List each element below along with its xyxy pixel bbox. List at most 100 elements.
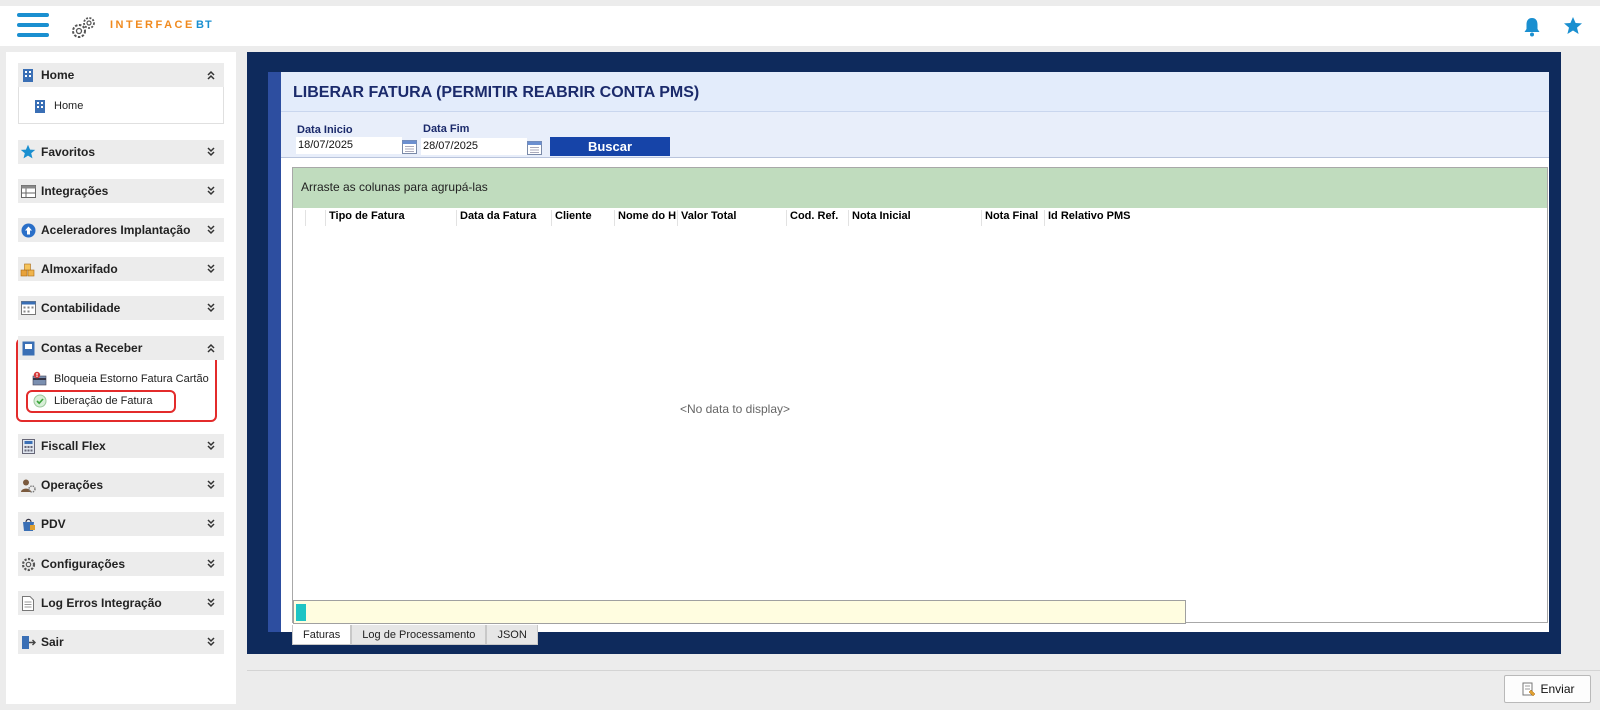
card-block-icon [32,371,48,387]
sidebar-item-label: Integrações [41,184,109,198]
sidebar-item-pdv[interactable]: PDV [18,512,224,536]
sidebar-item-home[interactable]: Home [18,63,224,87]
send-tools-icon [1522,682,1536,697]
sidebar-item-label: Home [41,68,75,82]
sidebar-item-sair[interactable]: Sair [18,630,224,654]
chevron-up-icon [207,343,215,353]
tab-json[interactable]: JSON [486,625,538,645]
chevron-down-icon [207,441,215,451]
sidebar-item-log-erros-integracao[interactable]: Log Erros Integração [18,591,224,615]
bottom-tabs: Faturas Log de Processamento JSON [292,625,538,645]
data-fim-field[interactable]: 28/07/2025 [421,138,527,155]
status-cursor-marker [296,604,306,621]
sidebar-item-label: Fiscall Flex [41,439,106,453]
group-by-hint: Arraste as colunas para agrupá-las [301,180,488,194]
column-header-nome-do-hospede[interactable]: Nome do H [615,210,678,226]
column-header-cod-ref[interactable]: Cod. Ref. [787,210,849,226]
star-icon [20,144,36,160]
sidebar-item-contas-a-receber[interactable]: Contas a Receber [18,336,224,360]
check-circle-icon [32,393,48,409]
sidebar-item-label: Contabilidade [41,301,121,315]
sidebar-item-favoritos[interactable]: Favoritos [18,140,224,164]
brand-name: INTERFACE [110,19,195,31]
data-inicio-field[interactable]: 18/07/2025 [296,137,402,154]
sidebar-item-configuracoes[interactable]: Configurações [18,552,224,576]
sidebar-item-almoxarifado[interactable]: Almoxarifado [18,257,224,281]
buscar-button[interactable]: Buscar [550,137,670,156]
gears-logo-icon [72,17,95,38]
sidebar: Home Home Favoritos Integrações Acelerad… [6,52,236,704]
column-header-id-relativo-pms[interactable]: Id Relativo PMS [1045,210,1165,226]
chevron-down-icon [207,225,215,235]
calendar-icon[interactable] [527,140,542,155]
chevron-up-icon [207,70,215,80]
page-header: LIBERAR FATURA (PERMITIR REABRIR CONTA P… [281,72,1549,112]
building-icon [20,67,36,83]
grid-status-strip[interactable] [293,600,1186,624]
hamburger-menu-icon[interactable] [17,13,49,39]
sidebar-subitem-label: Home [54,100,84,112]
sidebar-subitem-liberacao-de-fatura[interactable]: Liberação de Fatura [32,393,152,409]
boxes-icon [20,261,36,277]
sidebar-item-integracoes[interactable]: Integrações [18,179,224,203]
data-inicio-label: Data Inicio [297,124,353,136]
sidebar-item-label: PDV [41,517,66,531]
invoice-book-icon [20,340,36,356]
sidebar-item-fiscall-flex[interactable]: Fiscall Flex [18,434,224,458]
tab-log-de-processamento[interactable]: Log de Processamento [351,625,487,645]
page-title: LIBERAR FATURA (PERMITIR REABRIR CONTA P… [293,84,700,101]
chevron-down-icon [207,480,215,490]
brand-suffix: BT [196,19,213,31]
sidebar-item-label: Contas a Receber [41,341,143,355]
sidebar-item-label: Aceleradores Implantação [41,223,191,237]
chevron-down-icon [207,519,215,529]
sidebar-subitem-home[interactable]: Home [32,98,83,114]
empty-grid-message: <No data to display> [679,402,791,416]
bell-icon[interactable] [1523,17,1541,37]
column-header-nota-final[interactable]: Nota Final [982,210,1045,226]
chevron-down-icon [207,559,215,569]
enviar-button[interactable]: Enviar [1504,675,1591,703]
table-icon [20,183,36,199]
chevron-down-icon [207,598,215,608]
sidebar-subitem-bloqueia-estorno[interactable]: Bloqueia Estorno Fatura Cartão [32,371,209,387]
column-header-valor-total[interactable]: Valor Total [678,210,787,226]
upload-circle-icon [20,222,36,238]
gear-icon [20,556,36,572]
sidebar-item-label: Configurações [41,557,126,571]
column-header-data-da-fatura[interactable]: Data da Fatura [457,210,552,226]
calendar-icon[interactable] [402,139,417,154]
sidebar-item-contabilidade[interactable]: Contabilidade [18,296,224,320]
chevron-down-icon [207,264,215,274]
sidebar-item-label: Sair [41,635,64,649]
faturas-grid: Arraste as colunas para agrupá-las Tipo … [292,167,1548,624]
sidebar-item-label: Almoxarifado [41,262,118,276]
column-indicator [295,210,306,226]
group-by-panel: Arraste as colunas para agrupá-las [293,168,1547,208]
chevron-down-icon [207,186,215,196]
sidebar-item-label: Log Erros Integração [41,596,162,610]
building-icon [32,98,48,114]
shopping-bag-icon [20,516,36,532]
document-icon [20,595,36,611]
column-header-cliente[interactable]: Cliente [552,210,615,226]
top-bar: INTERFACE BT [0,6,1600,46]
sidebar-item-aceleradores-implantacao[interactable]: Aceleradores Implantação [18,218,224,242]
exit-door-icon [20,634,36,650]
data-fim-label: Data Fim [423,123,470,135]
sidebar-subitem-label: Bloqueia Estorno Fatura Cartão [54,373,209,385]
calculator-icon [20,438,36,454]
column-header-tipo-de-fatura[interactable]: Tipo de Fatura [326,210,457,226]
chevron-down-icon [207,147,215,157]
column-header-nota-inicial[interactable]: Nota Inicial [849,210,982,226]
sidebar-item-label: Favoritos [41,145,96,159]
tab-faturas[interactable]: Faturas [292,625,352,645]
sidebar-item-label: Operações [41,478,104,492]
enviar-label: Enviar [1540,682,1575,696]
star-icon[interactable] [1563,16,1583,36]
user-gear-icon [20,477,36,493]
footer-divider [247,670,1600,671]
chevron-down-icon [207,303,215,313]
calendar-grid-icon [20,300,36,316]
sidebar-item-operacoes[interactable]: Operações [18,473,224,497]
